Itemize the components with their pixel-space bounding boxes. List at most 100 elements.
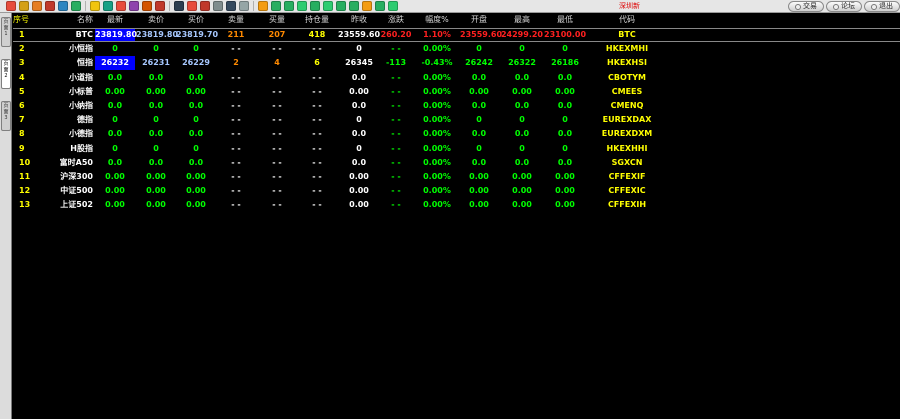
cell-high: 0 bbox=[519, 44, 525, 54]
cell-ask: 23819.80 bbox=[136, 30, 179, 39]
cell-change-pct: 0.00% bbox=[423, 86, 451, 96]
table-row[interactable]: 3 恒指 26232 26231 26229 2 4 6 26345 -113 -0.43% 2624… bbox=[13, 56, 900, 71]
cell-bid-volume: - - bbox=[272, 101, 282, 110]
table-row[interactable]: 4 小道指 0.0 0.0 0.0- -- -- -0.0- -0.00% 0.0 0.0 0… bbox=[13, 71, 900, 85]
folder-icon[interactable] bbox=[45, 1, 55, 11]
cell-last: 0.00 bbox=[105, 200, 125, 210]
pointer-icon[interactable] bbox=[116, 1, 126, 11]
sidebar-tab-2[interactable]: 页面 2 bbox=[1, 59, 11, 89]
box9-icon[interactable] bbox=[362, 1, 372, 11]
cell-code: HKEXHHI bbox=[606, 143, 648, 153]
cell-change-pct: 1.10% bbox=[423, 30, 451, 39]
search-icon[interactable] bbox=[90, 1, 100, 11]
cell-code: CFFEXIF bbox=[608, 172, 646, 181]
filter-icon[interactable] bbox=[155, 1, 165, 11]
box8-icon[interactable] bbox=[349, 1, 359, 11]
header-last[interactable]: 最新 bbox=[95, 13, 135, 26]
house-icon[interactable] bbox=[6, 1, 16, 11]
box2-icon[interactable] bbox=[271, 1, 281, 11]
table-row[interactable]: 2 小恒指 0 0 0- -- -- -0- -0.00% 0 0 0 HKEXMHI bbox=[13, 42, 900, 56]
chart-icon[interactable] bbox=[187, 1, 197, 11]
header-change-pct[interactable]: 幅度% bbox=[414, 13, 460, 26]
exit-button[interactable]: 退出 bbox=[864, 1, 900, 12]
cell-prev-close: 0.00 bbox=[349, 86, 369, 96]
table-row[interactable]: 8 小德指 0.0 0.0 0.0- -- -- -0.0- -0.00% 0.0 0.0 0… bbox=[13, 127, 900, 141]
window-icon[interactable] bbox=[239, 1, 249, 11]
stop-icon[interactable] bbox=[19, 1, 29, 11]
box1-icon[interactable] bbox=[258, 1, 268, 11]
cell-open: 0.00 bbox=[469, 200, 489, 210]
box3-icon[interactable] bbox=[284, 1, 294, 11]
header-ask-volume[interactable]: 卖量 bbox=[216, 13, 256, 26]
header-prev-close[interactable]: 昨收 bbox=[338, 13, 380, 26]
cell-bid: 23819.70 bbox=[176, 30, 219, 39]
cell-open: 0.0 bbox=[471, 157, 487, 167]
table-row[interactable]: 12 中证500 0.00 0.00 0.00- -- -- -0.00- -0.00%… bbox=[13, 184, 900, 198]
table-row[interactable]: 6 小纳指 0.0 0.0 0.0- -- -- -0.0- -0.00% 0.0 0.0 0… bbox=[13, 99, 900, 113]
cell-open-interest: - - bbox=[312, 172, 322, 181]
cell-open: 0.00 bbox=[469, 86, 489, 96]
header-name[interactable]: 名称 bbox=[45, 13, 93, 26]
cell-low: 23100.00 bbox=[544, 30, 587, 39]
cell-change: - - bbox=[391, 101, 401, 110]
cell-bid-volume: - - bbox=[272, 129, 282, 139]
table-row[interactable]: 13 上证502 0.00 0.00 0.00- -- -- -0.00- -0.00%… bbox=[13, 198, 900, 212]
line-chart-icon[interactable] bbox=[200, 1, 210, 11]
cell-open: 0.00 bbox=[469, 186, 489, 196]
cell-bid-volume: - - bbox=[272, 172, 282, 181]
cell-ask: 0.00 bbox=[146, 186, 166, 196]
notebook-icon[interactable] bbox=[32, 1, 42, 11]
zoom-icon[interactable] bbox=[103, 1, 113, 11]
table-row[interactable]: 9 H股指 0 0 0- -- -- -0- -0.00% 0 0 0 HKEXHHI bbox=[13, 142, 900, 156]
cell-ask-volume: 2 bbox=[233, 58, 239, 68]
box6-icon[interactable] bbox=[323, 1, 333, 11]
cell-name: 中证500 bbox=[60, 186, 93, 196]
sidebar-tab-1[interactable]: 页面 1 bbox=[1, 17, 11, 47]
trade-button[interactable]: 交易 bbox=[788, 1, 824, 12]
grid-icon[interactable] bbox=[71, 1, 81, 11]
table-row[interactable]: 7 德指 0 0 0- -- -- -0- -0.00% 0 0 0 EUREXDAX bbox=[13, 113, 900, 127]
header-high[interactable]: 最高 bbox=[499, 13, 545, 26]
box5-icon[interactable] bbox=[310, 1, 320, 11]
header-bid-volume[interactable]: 买量 bbox=[257, 13, 297, 26]
cell-bid: 0 bbox=[193, 44, 199, 54]
cell-code: SGXCN bbox=[611, 157, 643, 167]
cell-change-pct: 0.00% bbox=[423, 72, 451, 82]
cell-ask: 0 bbox=[153, 115, 159, 125]
sidebar-tab-3[interactable]: 页面 3 bbox=[1, 101, 11, 131]
header-low[interactable]: 最低 bbox=[544, 13, 586, 26]
cell-high: 0.0 bbox=[514, 129, 530, 139]
cell-change-pct: 0.00% bbox=[423, 172, 451, 181]
list-icon[interactable] bbox=[213, 1, 223, 11]
cell-open-interest: - - bbox=[312, 200, 322, 210]
forum-button[interactable]: 论坛 bbox=[826, 1, 862, 12]
box11-icon[interactable] bbox=[388, 1, 398, 11]
circle-icon bbox=[871, 3, 877, 10]
cell-open-interest: - - bbox=[312, 44, 322, 54]
table2-icon[interactable] bbox=[226, 1, 236, 11]
header-open-interest[interactable]: 持仓量 bbox=[297, 13, 337, 26]
grid2-icon[interactable] bbox=[174, 1, 184, 11]
paint-icon[interactable] bbox=[129, 1, 139, 11]
cell-name: 沪深300 bbox=[60, 172, 93, 181]
box7-icon[interactable] bbox=[336, 1, 346, 11]
header-code[interactable]: 代码 bbox=[587, 13, 667, 26]
header-open[interactable]: 开盘 bbox=[460, 13, 498, 26]
header-change[interactable]: 涨跌 bbox=[380, 13, 412, 26]
table-row[interactable]: 11 沪深300 0.00 0.00 0.00- -- -- -0.00- -0.00%… bbox=[13, 170, 900, 184]
table-row[interactable]: 5 小标普 0.00 0.00 0.00- -- -- -0.00- -0.00% 0.0… bbox=[13, 85, 900, 99]
cell-last: 0.0 bbox=[107, 72, 123, 82]
cell-high: 0.0 bbox=[514, 157, 530, 167]
header-ask[interactable]: 卖价 bbox=[136, 13, 176, 26]
cell-bid-volume: - - bbox=[272, 157, 282, 167]
header-index[interactable]: 序号 bbox=[13, 13, 45, 26]
box10-icon[interactable] bbox=[375, 1, 385, 11]
cell-bid: 0.0 bbox=[188, 101, 204, 110]
box4-icon[interactable] bbox=[297, 1, 307, 11]
cell-bid: 26229 bbox=[182, 58, 210, 68]
table-row[interactable]: 10 富时A50 0.0 0.0 0.0- -- -- -0.0- -0.00% 0.0 0… bbox=[13, 156, 900, 170]
pin-icon[interactable] bbox=[142, 1, 152, 11]
header-bid[interactable]: 买价 bbox=[176, 13, 216, 26]
table-icon[interactable] bbox=[58, 1, 68, 11]
table-row[interactable]: 1 BTC 23819.80 23819.80 23819.70 211 207 418 235… bbox=[13, 28, 900, 42]
